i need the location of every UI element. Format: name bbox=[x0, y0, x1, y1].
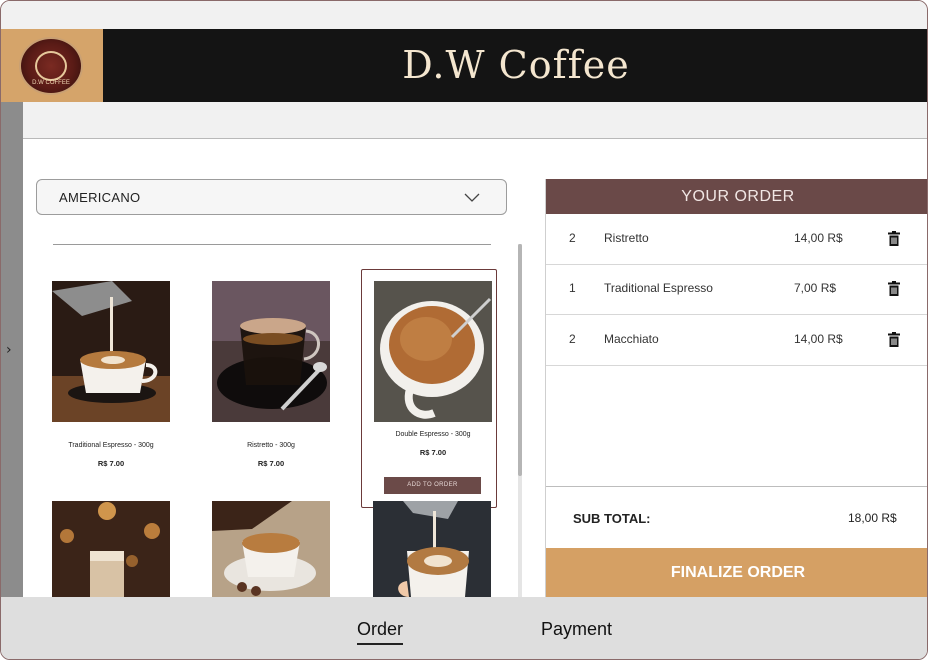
product-card[interactable] bbox=[52, 501, 188, 597]
product-photo-latte-art bbox=[373, 501, 491, 597]
trash-icon[interactable] bbox=[888, 281, 900, 296]
order-amount: 14,00 R$ bbox=[794, 332, 843, 346]
order-item-name: Ristretto bbox=[604, 231, 649, 245]
order-amount: 14,00 R$ bbox=[794, 231, 843, 245]
product-photo-ristretto-glass bbox=[212, 281, 330, 422]
product-photo-latte-pour bbox=[52, 281, 170, 422]
order-row: 2 Macchiato 14,00 R$ bbox=[546, 315, 927, 366]
trash-icon[interactable] bbox=[888, 231, 900, 246]
brand-title: D.W Coffee bbox=[402, 43, 630, 87]
subtotal-value: 18,00 R$ bbox=[848, 511, 897, 525]
product-name: Double Espresso - 300g bbox=[395, 431, 471, 438]
product-photo-espresso-cake bbox=[212, 501, 330, 597]
category-select[interactable]: AMERICANO bbox=[36, 179, 507, 215]
product-card[interactable]: Traditional Espresso - 300g R$ 7.00 bbox=[52, 281, 188, 481]
order-qty: 1 bbox=[569, 281, 576, 295]
order-row: 2 Ristretto 14,00 R$ bbox=[546, 214, 927, 265]
order-row: 1 Traditional Espresso 7,00 R$ bbox=[546, 264, 927, 315]
product-photo-double-espresso bbox=[374, 281, 492, 422]
logo-text: D.W COFFEE bbox=[32, 80, 70, 86]
order-title: YOUR ORDER bbox=[546, 179, 927, 214]
order-qty: 2 bbox=[569, 332, 576, 346]
product-price: R$ 7.00 bbox=[419, 448, 447, 457]
tab-order[interactable]: Order bbox=[357, 619, 404, 645]
product-card[interactable] bbox=[373, 501, 509, 597]
product-scrollbar[interactable] bbox=[518, 244, 522, 597]
tab-payment[interactable]: Payment bbox=[541, 619, 612, 640]
product-name: Traditional Espresso - 300g bbox=[68, 442, 154, 449]
order-qty: 2 bbox=[569, 231, 576, 245]
scroll-thumb[interactable] bbox=[518, 244, 522, 476]
product-card[interactable] bbox=[212, 501, 348, 597]
order-item-name: Macchiato bbox=[604, 332, 659, 346]
app-window: D.W COFFEE D.W Coffee › AMERICANO Tradit… bbox=[0, 0, 928, 660]
logo-emblem bbox=[35, 51, 67, 81]
logo-box: D.W COFFEE bbox=[1, 29, 103, 102]
order-amount: 7,00 R$ bbox=[794, 281, 837, 295]
bottom-tab-bar: Order Payment bbox=[1, 597, 927, 659]
product-card[interactable]: Ristretto - 300g R$ 7.00 bbox=[212, 281, 348, 481]
sidebar-toggle[interactable]: › bbox=[1, 102, 23, 597]
product-price: R$ 7.00 bbox=[257, 459, 285, 468]
add-to-order-button[interactable]: ADD TO ORDER bbox=[384, 477, 481, 494]
category-select-value: AMERICANO bbox=[59, 190, 141, 205]
divider bbox=[53, 244, 491, 245]
window-top-strip bbox=[1, 1, 927, 29]
header: D.W COFFEE D.W Coffee bbox=[1, 29, 927, 102]
chevron-down-icon bbox=[464, 193, 480, 202]
chevron-right-icon: › bbox=[6, 342, 12, 358]
order-panel: YOUR ORDER 2 Ristretto 14,00 R$ 1 Tradit… bbox=[545, 179, 927, 597]
product-price: R$ 7.00 bbox=[97, 459, 125, 468]
finalize-order-button[interactable]: FINALIZE ORDER bbox=[546, 548, 927, 597]
order-item-name: Traditional Espresso bbox=[604, 281, 713, 295]
product-name: Ristretto - 300g bbox=[247, 442, 295, 449]
product-card-selected[interactable]: Double Espresso - 300g R$ 7.00 ADD TO OR… bbox=[361, 269, 497, 508]
logo: D.W COFFEE bbox=[19, 37, 83, 95]
subtotal-label: SUB TOTAL: bbox=[573, 511, 651, 526]
subtotal-divider bbox=[546, 486, 927, 487]
product-photo-cafe-latte-glass bbox=[52, 501, 170, 597]
trash-icon[interactable] bbox=[888, 332, 900, 347]
sub-toolbar bbox=[1, 102, 927, 139]
